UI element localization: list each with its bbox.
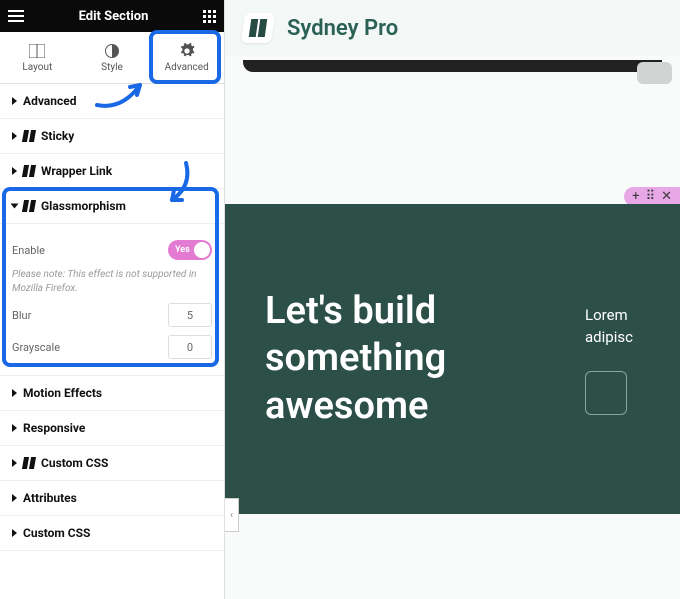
caret-icon [12, 389, 17, 397]
caret-icon [12, 132, 17, 140]
panel-motion-effects[interactable]: Motion Effects [0, 376, 224, 411]
tab-label: Advanced [165, 62, 209, 73]
grayscale-input[interactable] [168, 335, 212, 359]
panel-label: Responsive [23, 421, 85, 435]
plus-icon[interactable]: + [632, 189, 639, 204]
close-icon[interactable]: ✕ [661, 189, 672, 204]
tab-style[interactable]: Style [75, 32, 150, 83]
panel-sticky[interactable]: Sticky [0, 119, 224, 154]
hero-heading: Let's build something awesome [265, 288, 525, 431]
caret-icon [12, 424, 17, 432]
toggle-knob [194, 242, 210, 258]
panel-glassmorphism[interactable]: Glassmorphism [0, 189, 224, 224]
element-placeholder [243, 60, 662, 72]
panel-title: Edit Section [24, 9, 203, 24]
toggle-value: Yes [175, 245, 190, 255]
menu-icon[interactable] [8, 10, 24, 22]
caret-down-icon [11, 204, 19, 209]
sydney-icon [22, 130, 36, 142]
blur-label: Blur [12, 309, 31, 322]
sydney-icon [22, 165, 36, 177]
gear-icon [179, 43, 195, 59]
panel-custom-css[interactable]: Custom CSS [0, 446, 224, 481]
preview-canvas[interactable]: Sydney Pro + ⠿ ✕ Let's build something a… [225, 0, 680, 599]
tab-label: Style [101, 62, 123, 73]
hero-text: Lorem adipisc [585, 304, 640, 349]
panel-label: Sticky [41, 129, 74, 143]
layout-icon [29, 43, 45, 59]
panel-label: Custom CSS [23, 526, 90, 540]
panel-attributes[interactable]: Attributes [0, 481, 224, 516]
sydney-icon [22, 200, 36, 212]
tab-advanced[interactable]: Advanced [149, 32, 224, 83]
drag-icon[interactable]: ⠿ [646, 189, 656, 204]
compatibility-note: Please note: This effect is not supporte… [12, 268, 212, 295]
panel-label: Wrapper Link [41, 164, 112, 178]
panel-custom-css-2[interactable]: Custom CSS [0, 516, 224, 551]
panel-label: Motion Effects [23, 386, 102, 400]
grayscale-label: Grayscale [12, 341, 60, 354]
caret-icon [12, 494, 17, 502]
tab-label: Layout [22, 62, 52, 73]
panel-label: Glassmorphism [41, 199, 126, 213]
panel-advanced[interactable]: Advanced [0, 84, 224, 119]
panel-responsive[interactable]: Responsive [0, 411, 224, 446]
element-placeholder [637, 62, 672, 84]
apps-icon[interactable] [203, 10, 216, 23]
sydney-icon [22, 457, 36, 469]
panel-label: Advanced [23, 94, 76, 108]
panel-label: Attributes [23, 491, 77, 505]
hero-section[interactable]: Let's build something awesome Lorem adip… [225, 204, 680, 514]
enable-label: Enable [12, 244, 45, 257]
panel-wrapper-link[interactable]: Wrapper Link [0, 154, 224, 189]
hero-button[interactable] [585, 371, 627, 415]
site-logo[interactable] [241, 13, 275, 43]
caret-icon [12, 97, 17, 105]
tab-layout[interactable]: Layout [0, 32, 75, 83]
site-title: Sydney Pro [287, 16, 398, 41]
enable-toggle[interactable]: Yes [168, 240, 212, 260]
style-icon [104, 43, 120, 59]
blur-input[interactable] [168, 303, 212, 327]
collapse-sidebar-button[interactable]: ‹ [225, 498, 239, 532]
caret-icon [12, 459, 17, 467]
caret-icon [12, 529, 17, 537]
caret-icon [12, 167, 17, 175]
panel-label: Custom CSS [41, 456, 108, 470]
